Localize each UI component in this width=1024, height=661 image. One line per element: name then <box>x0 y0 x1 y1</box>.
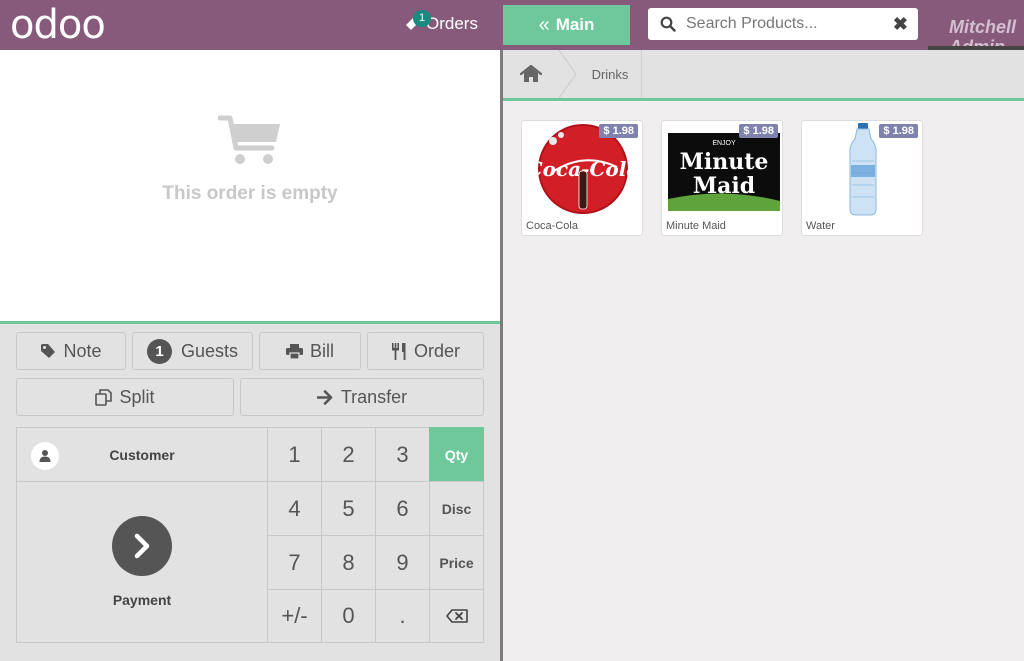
main-label: Main <box>555 15 595 34</box>
split-button[interactable]: Split <box>16 378 234 416</box>
close-icon[interactable]: ✖ <box>893 14 908 35</box>
product-card-minute-maid[interactable]: ENJOY Minute Maid $ 1.98 Minute Maid <box>661 120 783 236</box>
top-bar: odoo Orders 1 « Main ✖ Mitchell Admin <box>0 0 1024 50</box>
guests-button[interactable]: 1 Guests <box>132 332 253 370</box>
guests-label: Guests <box>180 340 239 361</box>
product-price-badge: $ 1.98 <box>879 124 918 138</box>
product-name: Water <box>806 220 835 232</box>
breadcrumb-underline <box>503 98 1024 101</box>
backspace-button[interactable] <box>429 589 484 643</box>
product-price-badge: $ 1.98 <box>739 124 778 138</box>
product-name: Minute Maid <box>666 220 726 232</box>
numpad-key-6[interactable]: 6 <box>375 481 430 536</box>
double-chevron-left-icon: « <box>538 13 550 36</box>
guests-count-badge: 1 <box>146 338 172 364</box>
chevron-right-icon <box>112 516 172 576</box>
split-label: Split <box>119 386 155 407</box>
search-box: ✖ <box>648 8 918 40</box>
mode-disc-button[interactable]: Disc <box>429 481 484 536</box>
copy-icon <box>95 388 113 406</box>
transfer-button[interactable]: Transfer <box>240 378 484 416</box>
numpad-area: Customer Payment 1 2 3 Qty 4 5 6 Disc 7 … <box>16 427 484 643</box>
orders-count-badge: 1 <box>413 10 431 27</box>
home-icon <box>519 65 542 83</box>
note-button[interactable]: Note <box>16 332 126 370</box>
numpad-key-8[interactable]: 8 <box>321 535 376 590</box>
search-input[interactable] <box>684 14 878 34</box>
breadcrumb-chevron <box>558 50 577 98</box>
numpad-key-2[interactable]: 2 <box>321 427 376 482</box>
order-list: This order is empty <box>0 50 500 322</box>
order-pane: This order is empty Note 1 Guests Bill O… <box>0 50 500 661</box>
svg-text:Maid: Maid <box>693 173 755 199</box>
numpad-key-dot[interactable]: . <box>375 589 430 643</box>
control-panel: Note 1 Guests Bill Order Split Transfer … <box>0 324 500 661</box>
product-card-coca-cola[interactable]: Coca-Cola $ 1.98 Coca-Cola <box>521 120 643 236</box>
bill-button[interactable]: Bill <box>259 332 361 370</box>
transfer-label: Transfer <box>340 386 408 407</box>
main-button[interactable]: « Main <box>503 5 630 45</box>
cutlery-icon <box>391 342 407 360</box>
numpad-key-7[interactable]: 7 <box>267 535 322 590</box>
product-pane: Drinks Coca-Cola $ 1.98 Coca-Cola ENJOY <box>503 50 1024 661</box>
svg-text:ENJOY: ENJOY <box>712 140 736 147</box>
mode-price-button[interactable]: Price <box>429 535 484 590</box>
numpad-key-3[interactable]: 3 <box>375 427 430 482</box>
numpad-key-9[interactable]: 9 <box>375 535 430 590</box>
order-label: Order <box>413 340 460 361</box>
svg-text:Minute: Minute <box>680 149 769 175</box>
tag-icon <box>40 343 56 359</box>
payment-button[interactable]: Payment <box>16 481 268 643</box>
arrow-right-icon <box>316 389 334 405</box>
customer-button[interactable]: Customer <box>16 427 268 482</box>
search-icon <box>660 16 676 32</box>
breadcrumb: Drinks <box>503 50 1024 98</box>
customer-label: Customer <box>109 446 175 463</box>
odoo-logo: odoo <box>10 2 106 48</box>
breadcrumb-separator <box>641 50 642 98</box>
breadcrumb-category-drinks[interactable]: Drinks <box>579 50 641 98</box>
orders-label: Orders <box>426 14 478 33</box>
print-icon <box>285 343 303 359</box>
numpad-key-plus-minus[interactable]: +/- <box>267 589 322 643</box>
empty-order-text: This order is empty <box>162 183 338 204</box>
numpad-key-4[interactable]: 4 <box>267 481 322 536</box>
product-price-badge: $ 1.98 <box>599 124 638 138</box>
product-card-water[interactable]: $ 1.98 Water <box>801 120 923 236</box>
numpad-key-0[interactable]: 0 <box>321 589 376 643</box>
payment-label: Payment <box>112 592 172 608</box>
backspace-icon <box>445 609 468 623</box>
bill-label: Bill <box>309 340 334 361</box>
shopping-cart-icon <box>217 112 282 173</box>
numpad-key-1[interactable]: 1 <box>267 427 322 482</box>
order-button[interactable]: Order <box>367 332 484 370</box>
note-label: Note <box>63 340 102 361</box>
user-icon <box>31 442 59 470</box>
mode-qty-button[interactable]: Qty <box>429 427 484 482</box>
product-name: Coca-Cola <box>526 220 578 232</box>
numpad-key-5[interactable]: 5 <box>321 481 376 536</box>
breadcrumb-home[interactable] <box>503 50 558 98</box>
